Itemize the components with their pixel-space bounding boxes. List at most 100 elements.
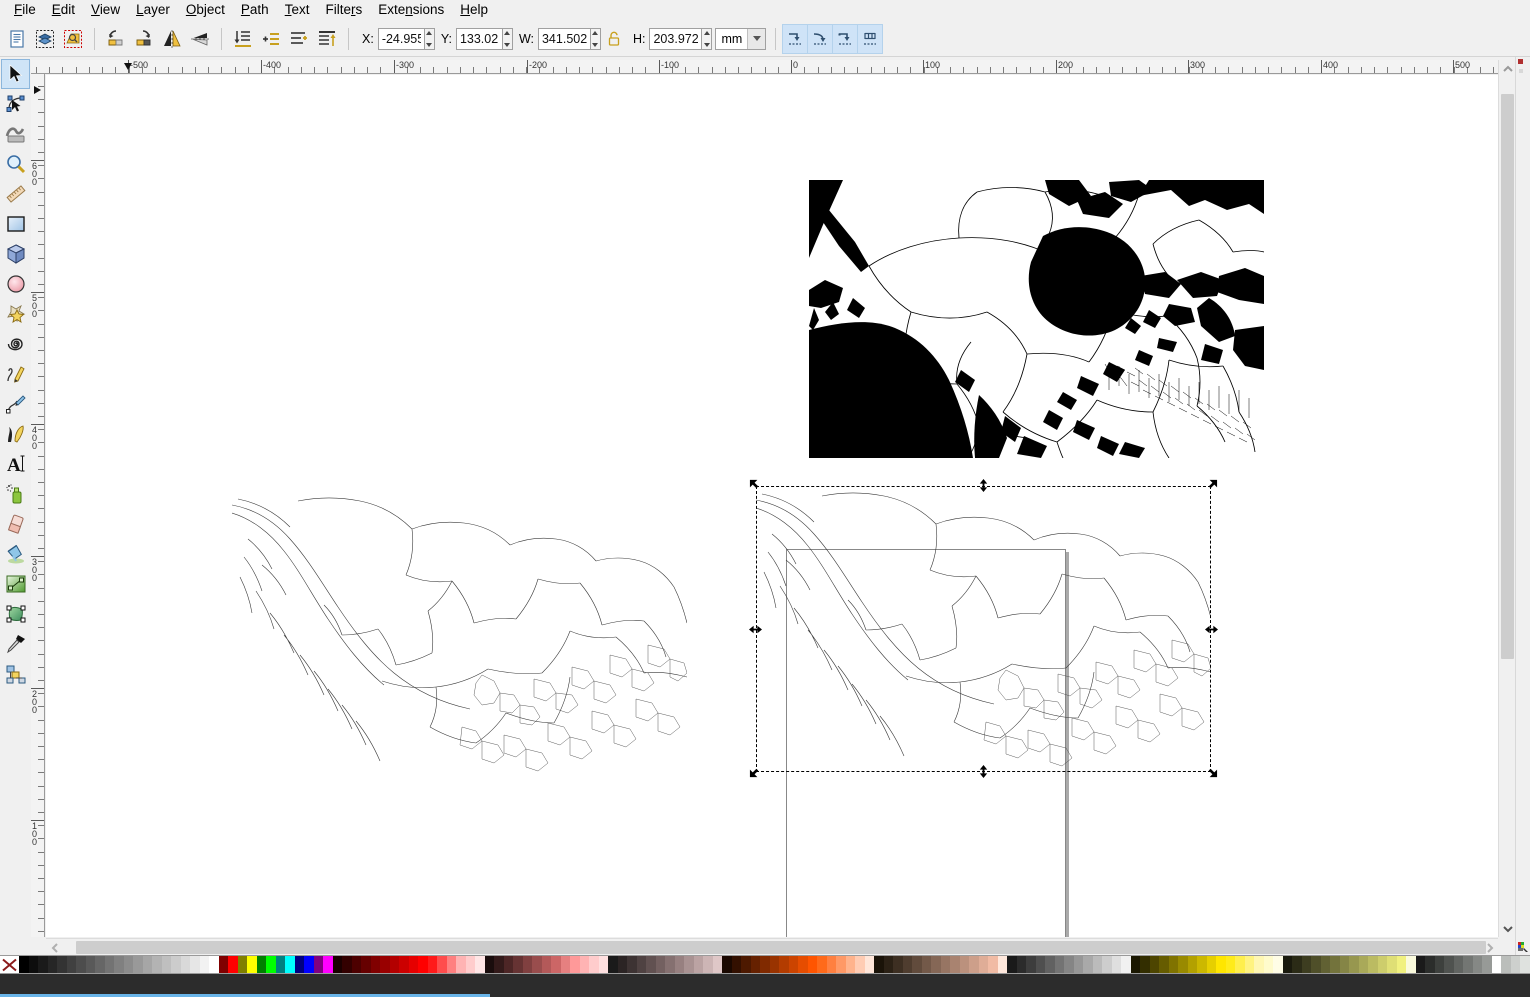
palette-swatch[interactable] xyxy=(95,956,105,973)
palette-swatch[interactable] xyxy=(1140,956,1150,973)
palette-swatch[interactable] xyxy=(437,956,447,973)
palette-swatch[interactable] xyxy=(969,956,979,973)
palette-swatch[interactable] xyxy=(1197,956,1207,973)
palette-swatch[interactable] xyxy=(1149,956,1159,973)
raise-to-top-icon[interactable] xyxy=(314,26,340,52)
palette-swatch[interactable] xyxy=(256,956,266,973)
palette-swatch[interactable] xyxy=(1472,956,1482,973)
palette-swatch[interactable] xyxy=(579,956,589,973)
palette-swatch[interactable] xyxy=(1216,956,1226,973)
palette-swatch[interactable] xyxy=(893,956,903,973)
palette-swatch[interactable] xyxy=(541,956,551,973)
palette-swatch[interactable] xyxy=(1482,956,1492,973)
palette-swatch[interactable] xyxy=(1111,956,1121,973)
palette-swatch[interactable] xyxy=(1073,956,1083,973)
palette-swatch[interactable] xyxy=(532,956,542,973)
palette-swatch[interactable] xyxy=(779,956,789,973)
palette-swatch[interactable] xyxy=(190,956,200,973)
palette-swatch[interactable] xyxy=(1007,956,1017,973)
palette-swatch[interactable] xyxy=(1387,956,1397,973)
palette-swatch[interactable] xyxy=(598,956,608,973)
drawing-canvas[interactable] xyxy=(46,75,1498,937)
palette-swatch[interactable] xyxy=(912,956,922,973)
palette-swatch[interactable] xyxy=(978,956,988,973)
palette-swatch[interactable] xyxy=(589,956,599,973)
palette-swatch[interactable] xyxy=(285,956,295,973)
palette-swatch[interactable] xyxy=(703,956,713,973)
palette-swatch[interactable] xyxy=(570,956,580,973)
vertical-ruler[interactable]: 6005004003002001000 xyxy=(31,74,45,937)
palette-swatch[interactable] xyxy=(1330,956,1340,973)
snap-grid-icon[interactable] xyxy=(857,23,884,54)
selection-handle-w[interactable] xyxy=(749,623,762,636)
palette-swatch[interactable] xyxy=(228,956,238,973)
palette-swatch[interactable] xyxy=(551,956,561,973)
x-spinner[interactable] xyxy=(377,27,435,50)
palette-swatch[interactable] xyxy=(1301,956,1311,973)
palette-swatch[interactable] xyxy=(1425,956,1435,973)
palette-swatch[interactable] xyxy=(294,956,304,973)
palette-swatch[interactable] xyxy=(1444,956,1454,973)
palette-swatch[interactable] xyxy=(114,956,124,973)
palette-swatch[interactable] xyxy=(38,956,48,973)
units-dropdown[interactable]: mm xyxy=(715,27,767,50)
chevron-left-icon[interactable] xyxy=(46,939,63,956)
menu-help[interactable]: Help xyxy=(452,1,496,20)
no-color-swatch[interactable] xyxy=(0,956,19,973)
palette-swatch[interactable] xyxy=(617,956,627,973)
palette-swatch[interactable] xyxy=(408,956,418,973)
palette-swatch[interactable] xyxy=(731,956,741,973)
palette-swatch[interactable] xyxy=(1492,956,1502,973)
selection-handle-nw[interactable] xyxy=(749,479,762,492)
menu-layer[interactable]: Layer xyxy=(128,1,178,20)
palette-swatch[interactable] xyxy=(351,956,361,973)
snap-enable-indicator[interactable] xyxy=(1518,59,1523,64)
h-spinner[interactable] xyxy=(649,27,713,50)
snap-bbox-icon[interactable] xyxy=(832,23,859,54)
palette-swatch[interactable] xyxy=(389,956,399,973)
palette-swatch[interactable] xyxy=(199,956,209,973)
palette-swatch[interactable] xyxy=(427,956,437,973)
palette-swatch[interactable] xyxy=(950,956,960,973)
palette-swatch[interactable] xyxy=(1377,956,1387,973)
palette-swatch[interactable] xyxy=(380,956,390,973)
palette-swatch[interactable] xyxy=(66,956,76,973)
palette-swatch[interactable] xyxy=(161,956,171,973)
palette-swatch[interactable] xyxy=(171,956,181,973)
width-input[interactable] xyxy=(537,27,590,50)
palette-swatch[interactable] xyxy=(237,956,247,973)
menu-text[interactable]: Text xyxy=(277,1,318,20)
palette-swatch[interactable] xyxy=(1045,956,1055,973)
palette-swatch[interactable] xyxy=(104,956,114,973)
palette-swatch[interactable] xyxy=(1501,956,1511,973)
flip-vertical-icon[interactable] xyxy=(187,26,213,52)
select-all-icon[interactable] xyxy=(4,26,30,52)
palette-swatch[interactable] xyxy=(503,956,513,973)
palette-swatch[interactable] xyxy=(864,956,874,973)
palette-swatch[interactable] xyxy=(959,956,969,973)
palette-swatch[interactable] xyxy=(399,956,409,973)
palette-swatch[interactable] xyxy=(1206,956,1216,973)
palette-swatch[interactable] xyxy=(1273,956,1283,973)
palette-swatch[interactable] xyxy=(152,956,162,973)
rotate-cw-icon[interactable] xyxy=(131,26,157,52)
palette-swatch[interactable] xyxy=(798,956,808,973)
chevron-up-icon[interactable] xyxy=(1499,60,1516,77)
x-spin-buttons[interactable] xyxy=(423,27,435,50)
palette-swatch[interactable] xyxy=(693,956,703,973)
palette-swatch[interactable] xyxy=(1026,956,1036,973)
spiral-tool[interactable] xyxy=(1,329,30,359)
y-spin-buttons[interactable] xyxy=(501,27,513,50)
color-palette[interactable] xyxy=(0,955,1530,974)
dropper-tool[interactable] xyxy=(1,629,30,659)
palette-swatch[interactable] xyxy=(826,956,836,973)
selection-handle-sw[interactable] xyxy=(749,765,762,778)
color-wheel-icon[interactable] xyxy=(1515,938,1530,955)
menu-object[interactable]: Object xyxy=(178,1,233,20)
palette-swatch[interactable] xyxy=(1130,956,1140,973)
gradient-tool[interactable] xyxy=(1,569,30,599)
selection-handle-n[interactable] xyxy=(977,479,990,492)
horizontal-ruler[interactable]: -500 -400 -300 -200 -100 0 100 200 300 400 500 xyxy=(31,60,1498,74)
palette-swatch[interactable] xyxy=(655,956,665,973)
palette-swatch[interactable] xyxy=(85,956,95,973)
